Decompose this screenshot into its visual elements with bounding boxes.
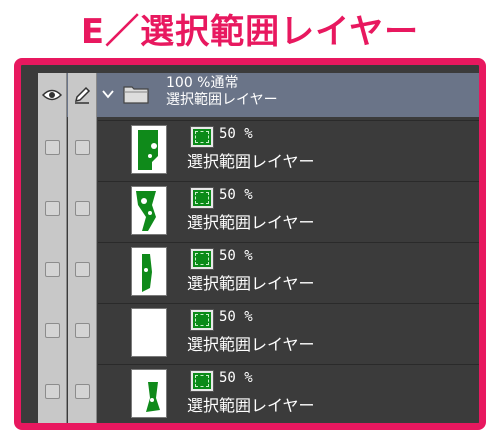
layer-name: 選択範囲レイヤー — [187, 396, 315, 415]
layer-panel: 100 %通常 選択範囲レイヤー 50 % 選択範囲レイヤー 50 % 選択範囲レイヤ… — [38, 73, 479, 423]
visibility-checkbox[interactable] — [45, 323, 60, 338]
folder-info: 100 %通常 選択範囲レイヤー — [166, 75, 278, 109]
lock-checkbox[interactable] — [75, 201, 90, 216]
selection-mask-icon — [191, 310, 213, 330]
layer-row[interactable]: 50 % 選択範囲レイヤー — [98, 120, 479, 178]
selection-mask-icon — [191, 371, 213, 391]
layer-thumbnail — [131, 308, 167, 357]
layer-name: 選択範囲レイヤー — [187, 335, 315, 354]
pen-icon[interactable] — [68, 73, 97, 117]
layer-row[interactable]: 50 % 選択範囲レイヤー — [98, 303, 479, 361]
lock-checkbox[interactable] — [75, 323, 90, 338]
visibility-checkbox[interactable] — [45, 384, 60, 399]
folder-opacity-blend: 100 %通常 — [166, 75, 239, 91]
layer-thumbnail — [131, 186, 167, 235]
selection-mask-icon — [191, 188, 213, 208]
layer-row[interactable]: 50 % 選択範囲レイヤー — [98, 364, 479, 422]
folder-row[interactable]: 100 %通常 選択範囲レイヤー — [38, 73, 479, 117]
layer-row[interactable]: 50 % 選択範囲レイヤー — [98, 181, 479, 239]
layer-thumbnail — [131, 125, 167, 174]
layer-thumbnail — [131, 369, 167, 418]
lock-checkbox[interactable] — [75, 140, 90, 155]
page-title: E／選択範囲レイヤー — [80, 12, 420, 52]
eye-icon[interactable] — [38, 73, 67, 117]
layer-name: 選択範囲レイヤー — [187, 213, 315, 232]
lock-checkbox[interactable] — [75, 262, 90, 277]
selection-mask-icon — [191, 127, 213, 147]
chevron-down-icon[interactable] — [101, 87, 115, 101]
layer-opacity: 50 % — [219, 187, 253, 203]
visibility-column — [38, 73, 67, 423]
layer-opacity: 50 % — [219, 309, 253, 325]
layer-opacity: 50 % — [219, 126, 253, 142]
lock-checkbox[interactable] — [75, 384, 90, 399]
folder-name: 選択範囲レイヤー — [166, 92, 278, 108]
layer-opacity: 50 % — [219, 370, 253, 386]
folder-icon — [123, 86, 149, 104]
visibility-checkbox[interactable] — [45, 262, 60, 277]
edit-lock-column — [68, 73, 97, 423]
layer-row[interactable]: 50 % 選択範囲レイヤー — [98, 242, 479, 300]
visibility-checkbox[interactable] — [45, 201, 60, 216]
layer-opacity: 50 % — [219, 248, 253, 264]
highlight-frame: 100 %通常 選択範囲レイヤー 50 % 選択範囲レイヤー 50 % 選択範囲レイヤ… — [14, 58, 486, 430]
visibility-checkbox[interactable] — [45, 140, 60, 155]
layer-name: 選択範囲レイヤー — [187, 274, 315, 293]
selection-mask-icon — [191, 249, 213, 269]
layer-thumbnail — [131, 247, 167, 296]
layer-name: 選択範囲レイヤー — [187, 152, 315, 171]
